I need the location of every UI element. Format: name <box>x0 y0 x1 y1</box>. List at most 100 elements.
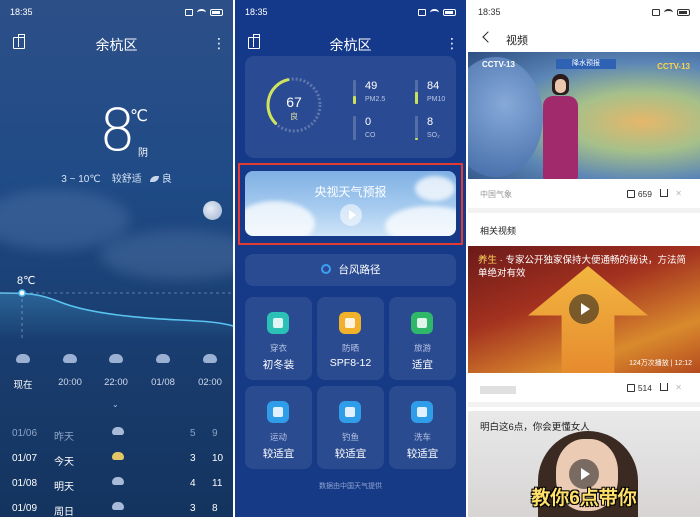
related-videos-title: 相关视频 <box>480 226 517 236</box>
related-video-2[interactable]: 明白这6点，你会更懂女人 教你6点带你 <box>468 411 700 517</box>
temperature-range: 3 ~ 10℃ <box>61 174 101 185</box>
pollutant-co: 0 CO <box>353 114 403 146</box>
cctv-logo: CCTV-13 <box>482 60 515 69</box>
play-icon[interactable] <box>340 204 362 226</box>
nfc-icon <box>652 8 660 16</box>
pollutant-pm10: 84 PM10 <box>415 78 465 110</box>
hourly-temperature-curve <box>0 289 233 340</box>
typhoon-path-button[interactable]: 台风路径 <box>245 254 456 286</box>
cloud-icon <box>203 354 217 363</box>
video-thumbnail[interactable]: 央视天气预报 <box>245 171 456 236</box>
cloud-decoration <box>100 230 233 280</box>
related-video-1[interactable]: 养生 · 专家公开独家保持大便通畅的秘诀，方法简单绝对有效 124万次播放 | … <box>468 246 700 373</box>
view-count: 124万次播放 | 12:12 <box>629 360 692 367</box>
fishing-icon <box>339 401 361 423</box>
nfc-icon <box>418 8 426 16</box>
main-video-player[interactable]: CCTV-13 降水预报 CCTV-13 <box>468 52 700 179</box>
hour-item: 02:00 <box>192 354 228 388</box>
status-time: 18:35 <box>478 7 501 17</box>
hourly-forecast[interactable]: 现在 20:00 22:00 01/08 02:00 <box>0 354 233 394</box>
share-icon[interactable] <box>660 189 668 197</box>
pollutant-level-bar <box>415 137 418 140</box>
cloud-icon <box>109 354 123 363</box>
like-button[interactable]: 514 <box>626 383 652 393</box>
wifi-icon <box>664 8 673 16</box>
video-meta: 中国气象 659 ✕ <box>480 189 688 205</box>
tile-sun-protection[interactable]: 防晒 SPF8-12 <box>317 297 384 380</box>
pollutant-level-bar <box>353 95 356 104</box>
moon-icon <box>203 201 222 220</box>
hour-item: 01/08 <box>145 354 181 388</box>
tile-fishing[interactable]: 钓鱼 较适宜 <box>317 386 384 469</box>
daily-row[interactable]: 01/08 明天 4 11 <box>12 474 222 496</box>
typhoon-label: 台风路径 <box>338 264 381 276</box>
temperature-unit: ℃ <box>130 108 148 125</box>
partly-cloudy-icon <box>112 452 124 460</box>
cloud-icon <box>63 354 77 363</box>
back-icon[interactable] <box>482 31 494 43</box>
battery-icon <box>677 8 690 16</box>
cloud-icon <box>156 354 170 363</box>
more-menu-icon[interactable]: ⋮ <box>212 36 226 50</box>
thumb-up-icon <box>626 190 635 198</box>
city-name: 余杭区 <box>329 37 372 53</box>
pollutant-level-bar <box>415 92 418 104</box>
highlighted-video-card[interactable]: 央视天气预报 <box>238 163 463 245</box>
divider <box>468 208 700 213</box>
wifi-icon <box>197 8 206 16</box>
today-summary: 3 ~ 10℃ 较舒适 良 <box>0 170 233 185</box>
status-bar: 18:35 <box>478 6 690 18</box>
daily-row[interactable]: 01/09 周日 3 8 <box>12 499 222 517</box>
daily-row[interactable]: 01/07 今天 3 10 <box>12 449 223 471</box>
tile-travel[interactable]: 旅游 适宜 <box>389 297 456 380</box>
cloud-icon <box>112 477 124 485</box>
like-button[interactable]: 659 <box>626 189 652 199</box>
related-video-caption: 养生 · 专家公开独家保持大便通畅的秘诀，方法简单绝对有效 <box>478 255 686 279</box>
status-time: 18:35 <box>245 7 268 17</box>
tile-clothing[interactable]: 穿衣 初冬装 <box>245 297 312 380</box>
city-name: 余杭区 <box>95 37 138 53</box>
tile-car-wash[interactable]: 洗车 较适宜 <box>389 386 456 469</box>
status-time: 18:35 <box>10 7 33 17</box>
video-header: 视频 <box>468 30 700 50</box>
cloud-icon <box>112 502 124 510</box>
close-icon[interactable]: ✕ <box>675 383 682 392</box>
hour-item: 22:00 <box>98 354 134 388</box>
battery-icon <box>210 8 223 16</box>
play-icon[interactable] <box>569 294 599 324</box>
top-bar: 余杭区 ⋮ <box>0 32 233 56</box>
news-anchor-image <box>538 72 583 179</box>
leaf-icon <box>149 176 159 183</box>
share-icon[interactable] <box>660 383 668 391</box>
pollutant-so2: 8 SO₂ <box>415 114 465 146</box>
related-video-caption: 明白这6点，你会更懂女人 <box>480 422 590 433</box>
hour-item: 现在 <box>5 354 41 391</box>
weather-condition: 阴 <box>138 148 148 159</box>
battery-icon <box>443 8 456 16</box>
tile-sport[interactable]: 运动 较适宜 <box>245 386 312 469</box>
thumb-up-icon <box>626 384 635 392</box>
daily-row[interactable]: 01/06 昨天 5 9 <box>12 424 222 446</box>
video-panel: 18:35 视频 CCTV-13 降水预报 CCTV-13 中国气象 659 ✕… <box>468 0 700 517</box>
forecast-banner: 降水预报 <box>556 59 616 69</box>
more-menu-icon[interactable]: ⋮ <box>445 36 459 50</box>
comfort-level: 较舒适 <box>111 174 142 185</box>
status-bar: 18:35 <box>10 6 223 18</box>
current-temperature: 8 ℃ 阴 <box>0 100 233 160</box>
aqi-value: 67 <box>286 94 302 110</box>
weather-details-panel: 18:35 余杭区 ⋮ 67 良 49 PM2.5 84 PM10 0 CO 8 SO₂… <box>235 0 466 517</box>
cloud-decoration <box>0 190 130 250</box>
sun-protection-icon <box>339 312 361 334</box>
clothes-icon <box>267 312 289 334</box>
status-bar: 18:35 <box>245 6 456 18</box>
wifi-icon <box>430 8 439 16</box>
close-icon[interactable]: ✕ <box>675 189 682 198</box>
pollutant-pm25: 49 PM2.5 <box>353 78 403 110</box>
aqi-label: 良 <box>290 112 298 121</box>
chevron-down-icon[interactable]: ⌄ <box>112 400 119 409</box>
air-quality-label[interactable]: 良 <box>162 174 172 185</box>
video-meta: 514 ✕ <box>480 383 688 399</box>
temperature-value: 8 <box>99 96 136 164</box>
data-source-note: 数据由中国天气提供 <box>319 483 382 490</box>
air-quality-card[interactable]: 67 良 49 PM2.5 84 PM10 0 CO 8 SO₂ <box>245 56 456 158</box>
